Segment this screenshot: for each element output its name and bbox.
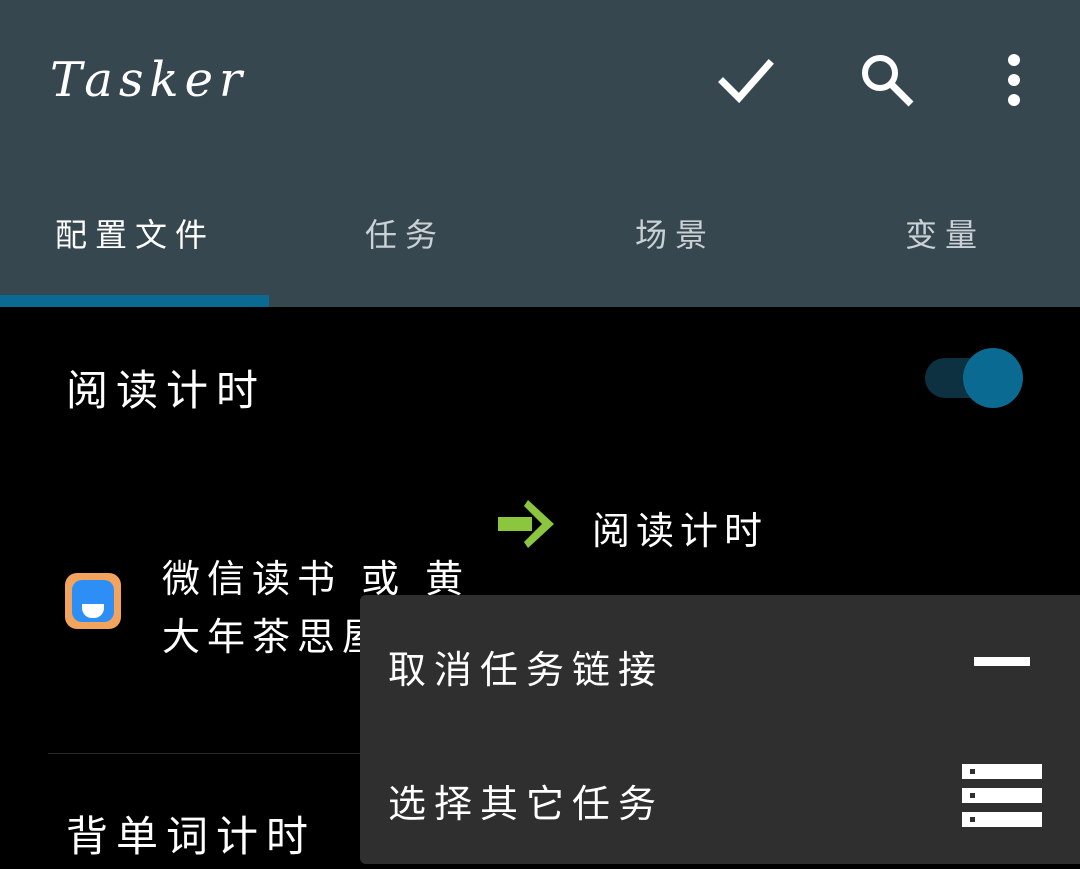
minus-icon xyxy=(974,657,1030,666)
confirm-button[interactable] xyxy=(710,45,780,115)
active-tab-indicator xyxy=(0,295,269,307)
tab-label: 配置文件 xyxy=(54,216,215,254)
context-line-2[interactable]: 大年茶思屋 xyxy=(162,606,387,661)
tab-tasks[interactable]: 任务 xyxy=(270,180,540,307)
profile-name[interactable]: 背单词计时 xyxy=(66,803,316,864)
tab-profiles[interactable]: 配置文件 xyxy=(0,180,270,307)
profile-toggle[interactable] xyxy=(925,348,1023,408)
tab-scenes[interactable]: 场景 xyxy=(540,180,810,307)
search-button[interactable] xyxy=(852,45,922,115)
tab-label: 任务 xyxy=(364,216,445,254)
toggle-thumb xyxy=(963,348,1023,408)
check-icon xyxy=(718,59,774,104)
linked-task[interactable] xyxy=(498,498,556,550)
tab-label: 变量 xyxy=(904,216,985,254)
more-options-button[interactable] xyxy=(979,45,1049,115)
app-title: Tasker xyxy=(50,52,248,108)
menu-item-unlink-task[interactable]: 取消任务链接 xyxy=(360,595,1080,729)
linked-task-name[interactable]: 阅读计时 xyxy=(592,500,768,555)
green-arrow-icon xyxy=(498,500,554,548)
weread-app-icon xyxy=(65,573,121,629)
list-icon xyxy=(962,764,1042,836)
app-bar: Tasker 配置文件 任务 场景 变量 xyxy=(0,0,1080,307)
menu-item-label: 选择其它任务 xyxy=(388,782,665,826)
tab-bar: 配置文件 任务 场景 变量 xyxy=(0,180,1080,307)
more-vert-icon xyxy=(1008,54,1020,106)
profile-name[interactable]: 阅读计时 xyxy=(66,357,266,418)
search-icon xyxy=(862,55,914,107)
tab-variables[interactable]: 变量 xyxy=(810,180,1080,307)
menu-item-label: 取消任务链接 xyxy=(388,648,665,692)
context-menu: 取消任务链接 选择其它任务 xyxy=(360,595,1080,864)
tab-label: 场景 xyxy=(634,216,715,254)
